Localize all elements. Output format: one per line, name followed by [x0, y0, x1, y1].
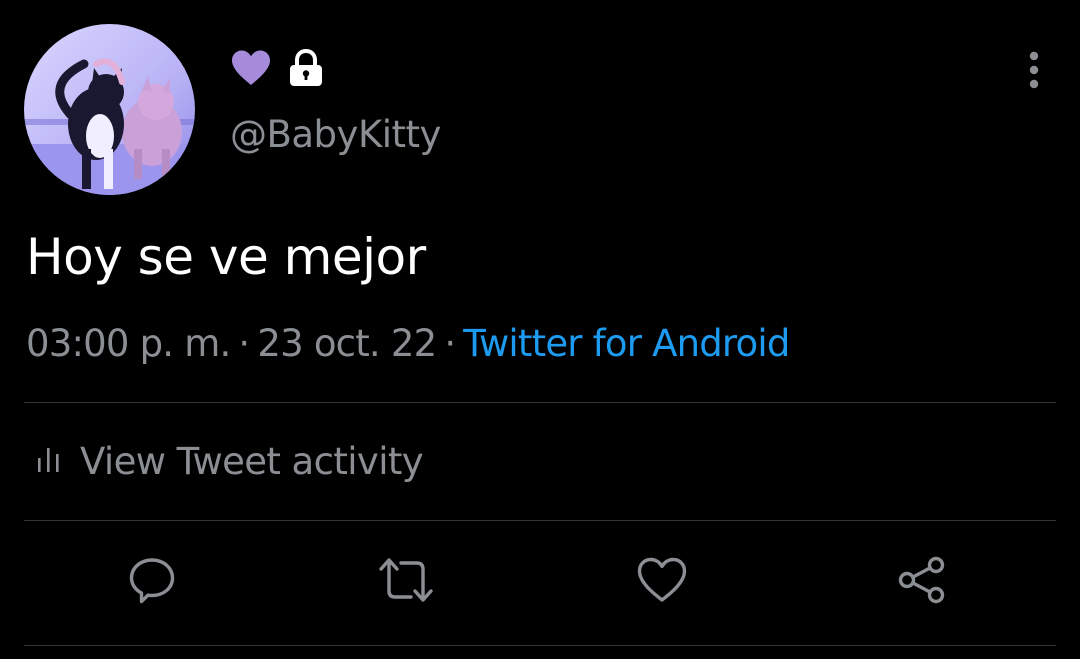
bar-chart-icon [36, 440, 62, 483]
display-name[interactable] [230, 48, 324, 91]
user-handle[interactable]: @BabyKitty [230, 113, 441, 156]
tweet-source-link[interactable]: Twitter for Android [463, 322, 790, 365]
more-options-icon[interactable] [1018, 50, 1050, 90]
retweet-button[interactable] [377, 555, 435, 609]
divider [24, 520, 1056, 521]
meta-separator: · [238, 322, 250, 365]
view-tweet-activity-label: View Tweet activity [80, 440, 424, 483]
avatar[interactable] [24, 24, 195, 195]
lock-icon [288, 48, 324, 91]
avatar-image [24, 24, 195, 195]
like-icon [636, 556, 688, 608]
like-button[interactable] [636, 556, 688, 608]
share-button[interactable] [896, 556, 948, 608]
tweet-text: Hoy se ve mejor [26, 228, 426, 286]
tweet-meta: 03:00 p. m. · 23 oct. 22 · Twitter for Andro… [26, 322, 790, 365]
divider [24, 402, 1056, 403]
bottom-divider [24, 645, 1056, 646]
tweet-date: 23 oct. 22 [257, 322, 437, 365]
view-tweet-activity-button[interactable]: View Tweet activity [36, 440, 424, 483]
tweet-time: 03:00 p. m. [26, 322, 231, 365]
reply-button[interactable] [126, 556, 178, 608]
retweet-icon [377, 555, 435, 609]
reply-icon [127, 555, 177, 609]
share-icon [897, 555, 947, 609]
meta-separator: · [444, 322, 456, 365]
heart-icon [230, 49, 272, 91]
